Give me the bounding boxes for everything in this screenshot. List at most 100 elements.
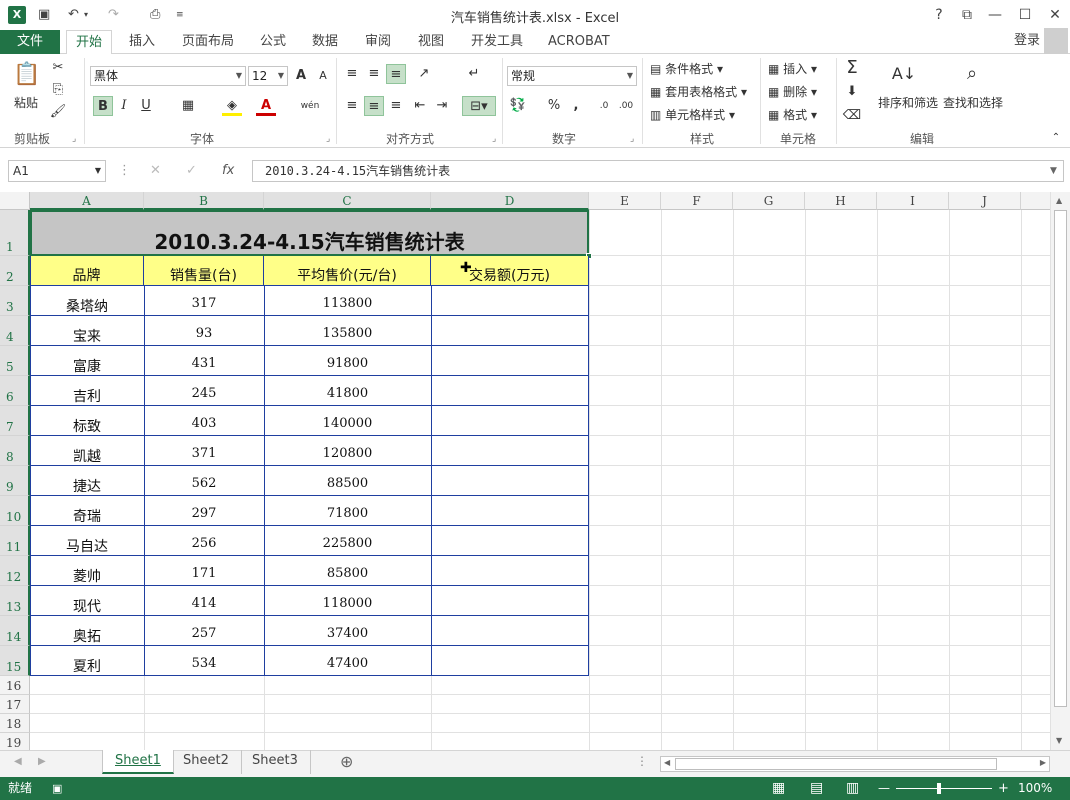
cell-avg-price[interactable]: 41800	[264, 386, 431, 406]
align-middle-icon[interactable]: ≡	[364, 64, 384, 84]
cell-turnover[interactable]	[431, 566, 589, 586]
align-right-icon[interactable]: ≡	[386, 96, 406, 116]
tab-splitter-icon[interactable]: ⋮	[636, 754, 648, 768]
row-header-10[interactable]: 10	[0, 496, 30, 526]
cell-turnover[interactable]	[431, 386, 589, 406]
cell-sales[interactable]: 256	[144, 536, 264, 556]
cell-turnover[interactable]	[431, 536, 589, 556]
cell-sales[interactable]: 171	[144, 566, 264, 586]
row-header-4[interactable]: 4	[0, 316, 30, 346]
cell-turnover[interactable]	[431, 356, 589, 376]
decrease-indent-icon[interactable]: ⇤	[410, 96, 430, 116]
format-as-table-button[interactable]: ▦ 套用表格格式 ▾	[650, 83, 747, 100]
copy-icon[interactable]: ⎘	[48, 80, 68, 100]
tab-acrobat[interactable]: ACROBAT	[539, 30, 619, 54]
column-header-f[interactable]: F	[661, 192, 733, 210]
zoom-level[interactable]: 100%	[1018, 777, 1052, 800]
vertical-scroll-thumb[interactable]	[1054, 210, 1067, 707]
increase-indent-icon[interactable]: ⇥	[432, 96, 452, 116]
ribbon-display-button[interactable]: ⧉	[954, 4, 980, 26]
cell-brand[interactable]: 奇瑞	[30, 506, 144, 526]
formula-input[interactable]: 2010.3.24-4.15汽车销售统计表	[252, 160, 1064, 182]
cell-avg-price[interactable]: 85800	[264, 566, 431, 586]
minimize-button[interactable]: —	[982, 4, 1008, 26]
cell-turnover[interactable]	[431, 416, 589, 436]
wrap-text-icon[interactable]: ↵	[464, 64, 484, 84]
cell-brand[interactable]: 标致	[30, 416, 144, 436]
sheet-tab-2[interactable]: Sheet2	[171, 750, 242, 774]
alignment-launcher-icon[interactable]: ⌟	[492, 134, 496, 144]
clipboard-launcher-icon[interactable]: ⌟	[72, 134, 76, 144]
login-link[interactable]: 登录	[1014, 30, 1040, 52]
percent-button[interactable]: %	[544, 96, 564, 116]
bold-button[interactable]: B	[93, 96, 113, 116]
paste-button[interactable]: 粘贴	[14, 94, 38, 111]
cell-avg-price[interactable]: 47400	[264, 656, 431, 676]
row-header-9[interactable]: 9	[0, 466, 30, 496]
insert-function-icon[interactable]: fx	[222, 160, 234, 182]
column-header-h[interactable]: H	[805, 192, 877, 210]
column-header-k[interactable]	[1021, 192, 1050, 210]
help-button[interactable]: ?	[926, 4, 952, 26]
scroll-up-icon[interactable]: ▲	[1056, 196, 1062, 205]
clear-icon[interactable]: ⌫	[842, 106, 862, 126]
cell-avg-price[interactable]: 135800	[264, 326, 431, 346]
cell-sales[interactable]: 414	[144, 596, 264, 616]
maximize-button[interactable]: ☐	[1012, 4, 1038, 26]
cell-avg-price[interactable]: 37400	[264, 626, 431, 646]
cell-styles-button[interactable]: ▥ 单元格样式 ▾	[650, 106, 735, 123]
vertical-scrollbar[interactable]: ▲ ▼	[1050, 192, 1070, 750]
row-header-2[interactable]: 2	[0, 256, 30, 286]
cell-sales[interactable]: 403	[144, 416, 264, 436]
cell-avg-price[interactable]: 91800	[264, 356, 431, 376]
cell-sales[interactable]: 297	[144, 506, 264, 526]
cell-sales[interactable]: 245	[144, 386, 264, 406]
select-all-corner[interactable]	[0, 192, 30, 210]
insert-cells-button[interactable]: ▦ 插入 ▾	[768, 60, 817, 77]
cell-avg-price[interactable]: 118000	[264, 596, 431, 616]
phonetic-icon[interactable]: wén	[298, 96, 322, 116]
scroll-left-icon[interactable]: ◀	[664, 758, 670, 767]
tab-data[interactable]: 数据	[303, 30, 347, 54]
row-header-16[interactable]: 16	[0, 676, 30, 695]
cell-avg-price[interactable]: 71800	[264, 506, 431, 526]
enter-icon[interactable]: ✓	[186, 160, 197, 182]
page-break-view-icon[interactable]: ▥	[846, 777, 859, 800]
comma-button[interactable]: ,	[566, 96, 586, 116]
cell-avg-price[interactable]: 140000	[264, 416, 431, 436]
add-sheet-icon[interactable]: ⊕	[340, 752, 353, 771]
cell-turnover[interactable]	[431, 296, 589, 316]
row-header-17[interactable]: 17	[0, 695, 30, 714]
column-header-i[interactable]: I	[877, 192, 949, 210]
close-button[interactable]: ✕	[1042, 4, 1068, 26]
row-header-15[interactable]: 15	[0, 646, 30, 676]
cell-turnover[interactable]	[431, 476, 589, 496]
macro-record-icon[interactable]: ▣	[52, 777, 62, 800]
cell-brand[interactable]: 吉利	[30, 386, 144, 406]
tab-home[interactable]: 开始	[66, 30, 113, 55]
font-size-select[interactable]: 12 ▼	[248, 66, 288, 86]
currency-icon[interactable]: 💱	[508, 96, 528, 116]
horizontal-scroll-thumb[interactable]	[675, 758, 997, 770]
tab-insert[interactable]: 插入	[120, 30, 164, 54]
tab-view[interactable]: 视图	[409, 30, 453, 54]
autosum-icon[interactable]: Σ	[842, 58, 862, 78]
row-header-11[interactable]: 11	[0, 526, 30, 556]
cell-brand[interactable]: 桑塔纳	[30, 296, 144, 316]
tab-developer[interactable]: 开发工具	[462, 30, 532, 54]
number-format-select[interactable]: 常规 ▼	[507, 66, 637, 86]
column-header-d[interactable]: D	[431, 192, 589, 210]
scroll-down-icon[interactable]: ▼	[1056, 736, 1062, 745]
column-header-c[interactable]: C	[264, 192, 431, 210]
row-header-12[interactable]: 12	[0, 556, 30, 586]
row-header-7[interactable]: 7	[0, 406, 30, 436]
cell-brand[interactable]: 凯越	[30, 446, 144, 466]
column-header-b[interactable]: B	[144, 192, 264, 210]
row-header-1[interactable]: 1	[0, 210, 30, 256]
scroll-right-icon[interactable]: ▶	[1040, 758, 1046, 767]
prev-sheet-icon[interactable]: ◀	[14, 756, 22, 767]
borders-icon[interactable]: ▦	[178, 96, 198, 116]
name-box[interactable]: A1 ▼	[8, 160, 106, 182]
cell-brand[interactable]: 富康	[30, 356, 144, 376]
expand-formula-icon[interactable]: ▼	[1050, 160, 1057, 182]
